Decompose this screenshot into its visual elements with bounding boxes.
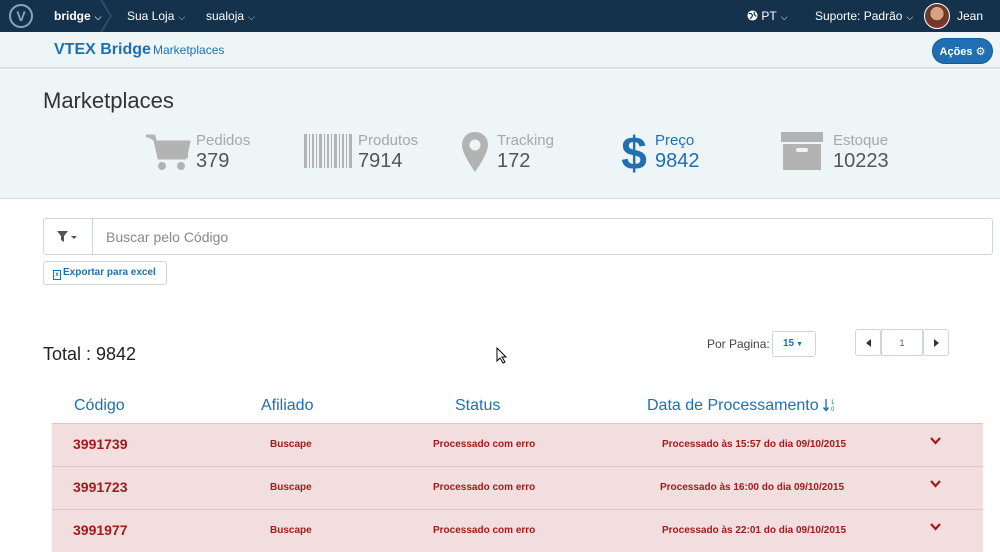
row-status: Processado com erro	[433, 525, 536, 536]
row-status: Processado com erro	[433, 482, 536, 493]
dollar-icon: $	[621, 129, 647, 175]
per-page-label: Por Pagina:	[707, 337, 770, 351]
row-status: Processado com erro	[433, 439, 536, 450]
avatar[interactable]	[924, 3, 950, 29]
page-title: Marketplaces	[43, 88, 174, 113]
caret-down-icon: ▼	[796, 341, 804, 348]
secondary-navbar: VTEX Bridge Marketplaces Ações ⚙	[0, 32, 1000, 69]
chevron-down-icon[interactable]	[930, 480, 941, 488]
filter-icon	[57, 231, 77, 242]
svg-text:$: $	[621, 129, 647, 175]
export-excel-button[interactable]: x Exportar para excel	[43, 261, 167, 285]
column-header-data-label: Data de Processamento	[647, 397, 819, 414]
caret-left-icon	[866, 339, 871, 347]
globe-icon	[747, 10, 758, 21]
chevron-down-icon: ⌵	[248, 12, 255, 22]
support-label: Suporte:	[815, 9, 861, 23]
total-count: Total : 9842	[43, 344, 137, 364]
stat-label: Pedidos	[196, 132, 251, 149]
page-number-input[interactable]	[881, 329, 923, 356]
row-code[interactable]: 3991977	[73, 522, 128, 538]
caret-right-icon	[934, 339, 939, 347]
actions-button[interactable]: Ações ⚙	[932, 38, 993, 64]
table-row[interactable]: 3991977 Buscape Processado com erro Proc…	[52, 509, 983, 552]
svg-text:0: 0	[831, 407, 835, 412]
user-menu[interactable]: Jean	[957, 0, 983, 32]
per-page-select[interactable]: 15 ▼	[772, 331, 816, 357]
archive-box-icon	[781, 132, 823, 170]
brand-title[interactable]: VTEX Bridge	[54, 41, 151, 59]
file-excel-icon: x	[53, 270, 61, 280]
crumb-account-label: bridge	[54, 9, 91, 23]
support-value: Padrão	[863, 9, 903, 23]
barcode-icon	[304, 134, 352, 168]
svg-text:1: 1	[831, 400, 835, 406]
chevron-down-icon: ⌵	[906, 12, 914, 22]
export-label: Exportar para excel	[63, 267, 156, 278]
stat-value: 7914	[358, 150, 403, 172]
stat-value: 172	[497, 150, 531, 172]
stat-value: 9842	[655, 150, 700, 172]
column-header-afiliado[interactable]: Afiliado	[261, 397, 313, 415]
table-row[interactable]: 3991723 Buscape Processado com erro Proc…	[52, 466, 983, 509]
next-page-button[interactable]	[923, 329, 949, 356]
row-affiliate: Buscape	[270, 439, 312, 450]
row-date: Processado às 15:57 do dia 09/10/2015	[662, 439, 846, 450]
chevron-down-icon[interactable]	[930, 437, 941, 445]
language-selector[interactable]: PT ⌵	[747, 0, 788, 32]
cart-icon	[146, 134, 191, 170]
stat-value: 379	[196, 150, 230, 172]
stat-label: Tracking	[497, 132, 554, 149]
crumb-store[interactable]: Sua Loja ⌵	[127, 0, 185, 32]
stat-label: Preço	[655, 132, 695, 149]
crumb-store-name-label: sualoja	[206, 9, 245, 23]
crumb-account[interactable]: bridge ⌵	[54, 0, 102, 32]
crumb-store-label: Sua Loja	[127, 9, 175, 23]
stat-value: 10223	[833, 150, 889, 172]
crumb-store-name[interactable]: sualoja ⌵	[206, 0, 255, 32]
gear-icon: ⚙	[975, 46, 986, 58]
chevron-down-icon[interactable]	[930, 523, 941, 531]
sort-numeric-desc-icon: 1 0	[823, 399, 835, 413]
map-marker-icon	[462, 132, 488, 172]
stat-label: Produtos	[358, 132, 419, 149]
chevron-down-icon: ⌵	[178, 12, 186, 22]
vtex-logo-icon[interactable]: V	[9, 4, 33, 28]
row-affiliate: Buscape	[270, 482, 312, 493]
top-navbar: V bridge ⌵ Sua Loja ⌵ sualoja ⌵ PT ⌵ Suporte…	[0, 0, 1000, 32]
search-input[interactable]	[94, 219, 992, 254]
per-page-value: 15	[783, 338, 795, 349]
search-bar	[43, 218, 993, 255]
column-header-status[interactable]: Status	[455, 397, 500, 415]
stat-label: Estoque	[833, 132, 889, 149]
row-affiliate: Buscape	[270, 525, 312, 536]
user-name: Jean	[957, 9, 984, 23]
breadcrumb-separator-icon	[100, 0, 112, 32]
actions-label: Ações	[939, 46, 973, 58]
row-code[interactable]: 3991723	[73, 479, 128, 495]
support-selector[interactable]: Suporte: Padrão ⌵	[815, 0, 913, 32]
chevron-down-icon: ⌵	[780, 12, 788, 22]
filter-dropdown-button[interactable]	[44, 219, 93, 254]
column-header-data[interactable]: Data de Processamento 1 0	[647, 397, 837, 415]
row-date: Processado às 22:01 do dia 09/10/2015	[662, 525, 846, 536]
prev-page-button[interactable]	[855, 329, 881, 356]
stats-panel: Marketplaces Pedidos 379 Produtos 7914 T…	[0, 70, 1000, 199]
column-header-codigo[interactable]: Código	[74, 397, 125, 415]
table-row[interactable]: 3991739 Buscape Processado com erro Proc…	[52, 423, 983, 466]
language-label: PT	[761, 9, 777, 23]
nav-marketplaces-link[interactable]: Marketplaces	[153, 43, 224, 57]
mouse-cursor-icon	[496, 347, 508, 364]
row-date: Processado às 16:00 do dia 09/10/2015	[660, 482, 844, 493]
row-code[interactable]: 3991739	[73, 436, 128, 452]
